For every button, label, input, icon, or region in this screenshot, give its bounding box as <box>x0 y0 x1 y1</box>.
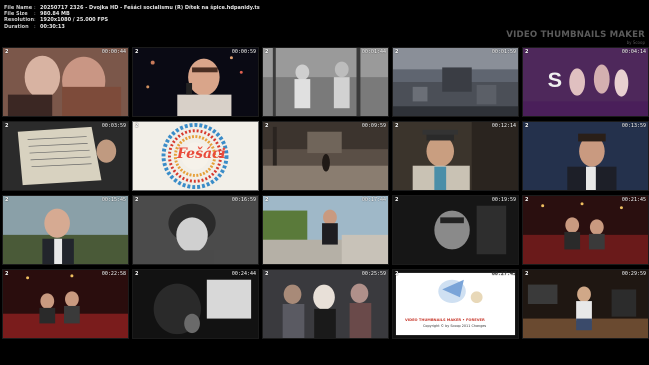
thumbnail-image <box>3 196 128 264</box>
channel-label: 2 <box>395 271 399 277</box>
file-info: File Name : 20250717 2326 - Dvojka HD - … <box>4 5 434 30</box>
thumbnail-image <box>263 48 388 116</box>
channel-label: 2 <box>5 197 9 203</box>
channel-label: 2 <box>265 271 269 277</box>
thumbnail[interactable]: 2 00:19:59 <box>392 195 519 265</box>
timestamp: 00:29:59 <box>621 271 646 277</box>
timestamp: 00:15:45 <box>101 197 126 203</box>
frame-title: Fešáci <box>177 146 226 162</box>
timestamp: 00:01:44 <box>361 49 386 55</box>
brand-subtitle: by Scoop <box>626 40 645 45</box>
thumbnail-image <box>263 270 388 338</box>
thumbnail[interactable]: 2 00:29:59 <box>522 269 649 339</box>
info-value: 20250717 2326 - Dvojka HD - Fešáci socia… <box>40 5 260 11</box>
thumbnail[interactable]: 2 00:01:59 <box>392 47 519 117</box>
channel-label: 2 <box>395 197 399 203</box>
timestamp: 00:17:44 <box>361 197 386 203</box>
timestamp: 00:16:59 <box>231 197 256 203</box>
thumbnail-image <box>133 196 258 264</box>
thumbnail[interactable]: 2 00:03:59 <box>2 121 129 191</box>
timestamp: 00:00:44 <box>101 49 126 55</box>
channel-label: 2 <box>135 49 139 55</box>
channel-label: 2 <box>5 271 9 277</box>
thumbnail[interactable]: 2 00:21:45 <box>522 195 649 265</box>
thumbnail[interactable]: Fešáci 2 <box>132 121 259 191</box>
thumbnail[interactable]: 2 00:24:44 <box>132 269 259 339</box>
thumbnail[interactable]: 2 00:09:59 <box>262 121 389 191</box>
thumbnail[interactable]: 2 00:16:59 <box>132 195 259 265</box>
info-value: 00:30:13 <box>40 23 65 30</box>
thumbnail-image <box>3 270 128 338</box>
thumbnail[interactable]: S 2 00:04:14 <box>522 47 649 117</box>
vtm-card-copyright: Copyright © by Scoop 2011 Changes <box>423 324 487 328</box>
channel-label: 2 <box>265 197 269 203</box>
thumbnail-image <box>263 196 388 264</box>
thumbnail-image <box>393 196 518 264</box>
thumbnail-image <box>263 122 388 190</box>
channel-label: 2 <box>5 49 9 55</box>
thumbnail[interactable]: 2 00:17:44 <box>262 195 389 265</box>
timestamp: 00:09:59 <box>361 123 386 129</box>
thumbnail[interactable]: 2 00:13:59 <box>522 121 649 191</box>
timestamp: 00:21:45 <box>621 197 646 203</box>
thumbnail-image <box>523 270 648 338</box>
thumbnail[interactable]: 2 00:00:44 <box>2 47 129 117</box>
channel-label: 2 <box>525 123 529 129</box>
thumbnail[interactable]: 2 00:12:14 <box>392 121 519 191</box>
svg-text:S: S <box>548 68 562 92</box>
channel-label: 2 <box>525 271 529 277</box>
channel-label: 2 <box>135 271 139 277</box>
thumbnail[interactable]: 2 00:22:58 <box>2 269 129 339</box>
channel-label: 2 <box>135 197 139 203</box>
timestamp: 00:19:59 <box>491 197 516 203</box>
channel-label: 2 <box>265 49 269 55</box>
timestamp: 00:13:59 <box>621 123 646 129</box>
thumbnail-image: S <box>523 48 648 116</box>
timestamp: 00:01:59 <box>491 49 516 55</box>
channel-label: 2 <box>395 49 399 55</box>
thumbnail-image <box>3 48 128 116</box>
thumbnail-image <box>3 122 128 190</box>
channel-label: 2 <box>5 123 9 129</box>
vtm-card-title: VIDEO THUMBNAILS MAKER • FOREVER <box>405 318 485 322</box>
info-row-duration: Duration : 00:30:13 <box>4 24 434 30</box>
thumbnail[interactable]: 2 00:01:44 <box>262 47 389 117</box>
thumbnail-image <box>523 122 648 190</box>
channel-label: 2 <box>395 123 399 129</box>
thumbnail[interactable]: 2 00:15:45 <box>2 195 129 265</box>
thumbnail-image <box>523 196 648 264</box>
thumbnail-image <box>133 48 258 116</box>
brand-watermark: VIDEO THUMBNAILS MAKER by Scoop <box>506 30 645 45</box>
channel-label: 2 <box>525 49 529 55</box>
channel-label: 2 <box>265 123 269 129</box>
timestamp: 00:22:58 <box>101 271 126 277</box>
timestamp: 00:03:59 <box>101 123 126 129</box>
channel-label: 2 <box>525 197 529 203</box>
thumbnail-image <box>393 122 518 190</box>
thumbnail[interactable]: VIDEO THUMBNAILS MAKER • FOREVER Copyrig… <box>392 269 519 339</box>
thumbnail[interactable]: 2 00:25:59 <box>262 269 389 339</box>
channel-label: 2 <box>135 123 139 129</box>
timestamp: 00:24:44 <box>231 271 256 277</box>
timestamp: 00:00:59 <box>231 49 256 55</box>
timestamp: 00:27:43 <box>491 271 516 277</box>
thumbnail[interactable]: 2 00:00:59 <box>132 47 259 117</box>
timestamp: 00:04:14 <box>621 49 646 55</box>
thumbnail-image <box>133 270 258 338</box>
timestamp: 00:12:14 <box>491 123 516 129</box>
thumbnail-image <box>393 48 518 116</box>
brand-title: VIDEO THUMBNAILS MAKER <box>506 30 645 40</box>
timestamp: 00:25:59 <box>361 271 386 277</box>
info-key: Duration <box>4 23 29 30</box>
